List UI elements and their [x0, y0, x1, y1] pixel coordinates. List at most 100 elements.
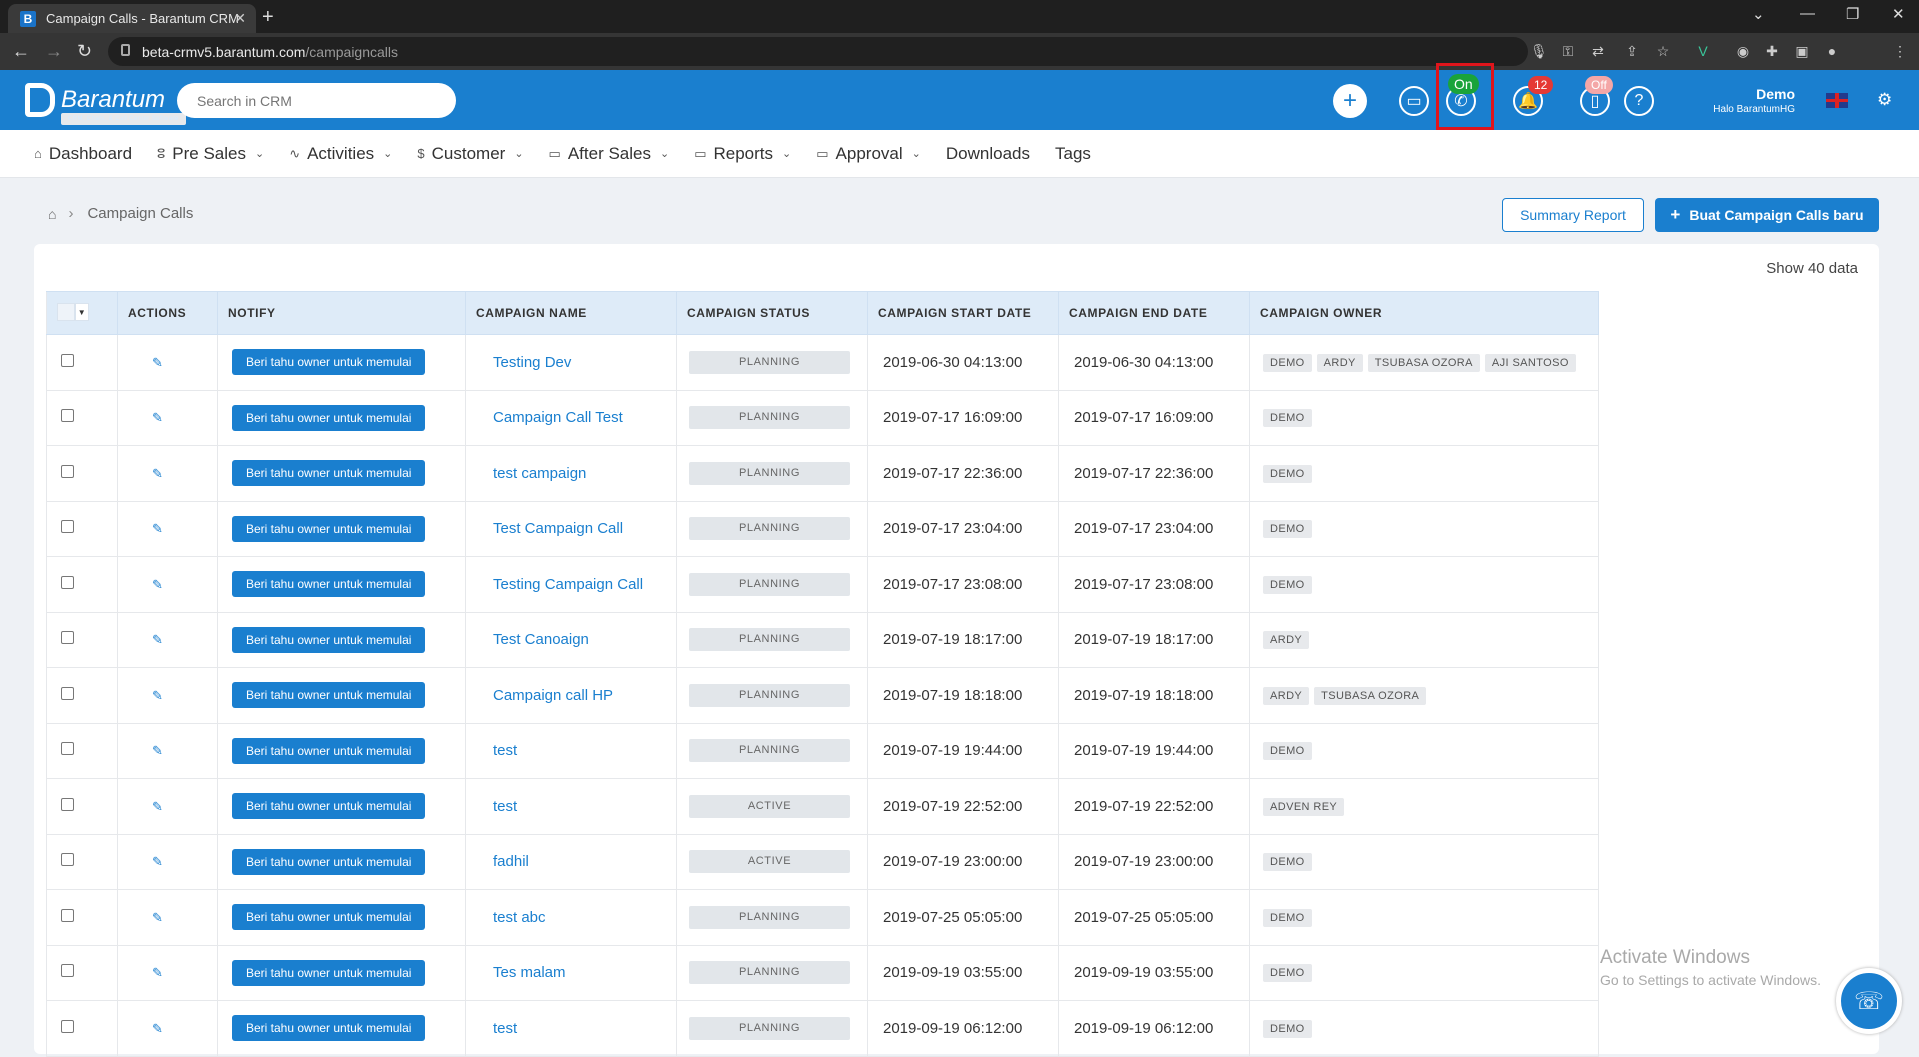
notify-owner-button[interactable]: Beri tahu owner untuk memulai	[232, 571, 426, 598]
row-checkbox[interactable]	[61, 631, 74, 645]
menu-customer[interactable]: $ Customer ⌄	[417, 144, 523, 164]
mic-icon[interactable]: 🎙	[1530, 43, 1548, 59]
edit-pencil-icon[interactable]: ✎	[152, 743, 163, 759]
chat-icon[interactable]: ▭	[1399, 86, 1429, 116]
edit-pencil-icon[interactable]: ✎	[152, 410, 163, 426]
reload-icon[interactable]: ↻	[77, 41, 92, 62]
profile-avatar-icon[interactable]: ●	[1824, 43, 1840, 59]
new-tab-icon[interactable]: +	[262, 6, 274, 29]
window-close-icon[interactable]: ✕	[1892, 5, 1905, 23]
uk-flag-icon[interactable]	[1826, 93, 1848, 108]
bookmark-star-icon[interactable]: ☆	[1655, 43, 1671, 59]
live-chat-button[interactable]: ☏	[1836, 968, 1902, 1034]
menu-approval[interactable]: ▭ Approval ⌄	[816, 144, 921, 164]
campaign-name-link[interactable]: test campaign	[465, 445, 677, 502]
campaign-name-link[interactable]: fadhil	[465, 834, 677, 890]
edit-pencil-icon[interactable]: ✎	[152, 577, 163, 593]
campaign-name-link[interactable]: Tes malam	[465, 945, 677, 1001]
column-header[interactable]: CAMPAIGN NAME	[465, 291, 677, 335]
sidepanel-icon[interactable]: ▣	[1794, 43, 1810, 59]
campaign-name-link[interactable]: Testing Dev	[465, 334, 677, 391]
menu-after-sales[interactable]: ▭ After Sales ⌄	[549, 144, 670, 164]
add-new-icon[interactable]: +	[1333, 84, 1367, 118]
barantum-logo[interactable]: Barantum CRM, Chats, & Call Center Softw…	[25, 83, 186, 125]
row-checkbox[interactable]	[61, 409, 74, 423]
edit-pencil-icon[interactable]: ✎	[152, 799, 163, 815]
select-all-checkbox[interactable]: ▼	[57, 302, 89, 321]
edit-pencil-icon[interactable]: ✎	[152, 910, 163, 926]
edit-pencil-icon[interactable]: ✎	[152, 688, 163, 704]
campaign-name-link[interactable]: test	[465, 778, 677, 835]
tab-close-icon[interactable]: ✕	[234, 10, 246, 27]
campaign-name-link[interactable]: test abc	[465, 889, 677, 946]
notify-owner-button[interactable]: Beri tahu owner untuk memulai	[232, 793, 426, 820]
help-icon[interactable]: ?	[1624, 86, 1654, 116]
puzzle-extensions-icon[interactable]: ✚	[1764, 43, 1780, 59]
tab-search-icon[interactable]: ⌄	[1752, 5, 1765, 23]
campaign-name-link[interactable]: Campaign Call Test	[465, 390, 677, 446]
notify-owner-button[interactable]: Beri tahu owner untuk memulai	[232, 349, 426, 376]
row-checkbox[interactable]	[61, 1019, 74, 1033]
column-header[interactable]: CAMPAIGN END DATE	[1058, 291, 1250, 335]
edit-pencil-icon[interactable]: ✎	[152, 854, 163, 870]
crm-search-input[interactable]	[177, 83, 456, 118]
row-checkbox[interactable]	[61, 742, 74, 756]
menu-pre-sales[interactable]: ⵓ Pre Sales ⌄	[157, 144, 264, 164]
edit-pencil-icon[interactable]: ✎	[152, 355, 163, 371]
column-header[interactable]: CAMPAIGN STATUS	[676, 291, 868, 335]
menu-tags[interactable]: Tags	[1055, 144, 1091, 164]
url-field[interactable]: beta-crmv5.barantum.com/campaigncalls	[108, 37, 1528, 66]
summary-report-button[interactable]: Summary Report	[1502, 198, 1644, 232]
user-menu[interactable]: Demo Halo BarantumHG	[1690, 86, 1795, 115]
back-icon[interactable]: ←	[12, 41, 30, 62]
key-icon[interactable]: ⚿	[1560, 43, 1576, 59]
notify-owner-button[interactable]: Beri tahu owner untuk memulai	[232, 737, 426, 764]
campaign-name-link[interactable]: Test Canoaign	[465, 612, 677, 668]
menu-activities[interactable]: ∿ Activities ⌄	[289, 144, 392, 164]
forward-icon[interactable]: →	[45, 41, 63, 62]
notify-owner-button[interactable]: Beri tahu owner untuk memulai	[232, 848, 426, 875]
row-checkbox[interactable]	[61, 520, 74, 534]
row-checkbox[interactable]	[61, 853, 74, 867]
row-checkbox[interactable]	[61, 353, 74, 367]
edit-pencil-icon[interactable]: ✎	[152, 521, 163, 537]
browser-tab[interactable]: B Campaign Calls - Barantum CRM ✕	[8, 4, 256, 33]
column-header[interactable]: ACTIONS	[117, 291, 218, 335]
browser-menu-icon[interactable]: ⋮	[1892, 43, 1908, 59]
create-campaign-button[interactable]: + Buat Campaign Calls baru	[1655, 198, 1879, 232]
menu-dashboard[interactable]: ⌂ Dashboard	[34, 144, 132, 164]
column-header[interactable]: NOTIFY	[217, 291, 466, 335]
campaign-name-link[interactable]: Campaign call HP	[465, 667, 677, 724]
notify-owner-button[interactable]: Beri tahu owner untuk memulai	[232, 515, 426, 542]
restore-icon[interactable]: ❐	[1846, 5, 1859, 23]
row-checkbox[interactable]	[61, 575, 74, 589]
row-checkbox[interactable]	[61, 797, 74, 811]
menu-reports[interactable]: ▭ Reports ⌄	[694, 144, 791, 164]
notify-owner-button[interactable]: Beri tahu owner untuk memulai	[232, 1015, 426, 1042]
row-checkbox[interactable]	[61, 908, 74, 922]
minimize-icon[interactable]: —	[1800, 5, 1815, 22]
notify-owner-button[interactable]: Beri tahu owner untuk memulai	[232, 682, 426, 709]
edit-pencil-icon[interactable]: ✎	[152, 965, 163, 981]
share-icon[interactable]: ⇪	[1624, 43, 1640, 59]
notify-owner-button[interactable]: Beri tahu owner untuk memulai	[232, 959, 426, 986]
translate-icon[interactable]: ⇄	[1590, 43, 1606, 59]
campaign-name-link[interactable]: test	[465, 723, 677, 779]
vue-extension-icon[interactable]: V	[1695, 43, 1711, 59]
edit-pencil-icon[interactable]: ✎	[152, 1021, 163, 1037]
notify-owner-button[interactable]: Beri tahu owner untuk memulai	[232, 404, 426, 431]
notify-owner-button[interactable]: Beri tahu owner untuk memulai	[232, 904, 426, 931]
home-icon[interactable]: ⌂	[48, 206, 56, 222]
campaign-name-link[interactable]: Testing Campaign Call	[465, 556, 677, 613]
column-header[interactable]: CAMPAIGN START DATE	[867, 291, 1059, 335]
settings-gear-icon[interactable]: ⚙	[1877, 90, 1892, 110]
notify-owner-button[interactable]: Beri tahu owner untuk memulai	[232, 626, 426, 653]
campaign-name-link[interactable]: test	[465, 1000, 677, 1057]
edit-pencil-icon[interactable]: ✎	[152, 632, 163, 648]
campaign-name-link[interactable]: Test Campaign Call	[465, 501, 677, 557]
edit-pencil-icon[interactable]: ✎	[152, 466, 163, 482]
notify-owner-button[interactable]: Beri tahu owner untuk memulai	[232, 460, 426, 487]
column-header[interactable]: CAMPAIGN OWNER	[1249, 291, 1599, 335]
row-checkbox[interactable]	[61, 686, 74, 700]
row-checkbox[interactable]	[61, 464, 74, 478]
